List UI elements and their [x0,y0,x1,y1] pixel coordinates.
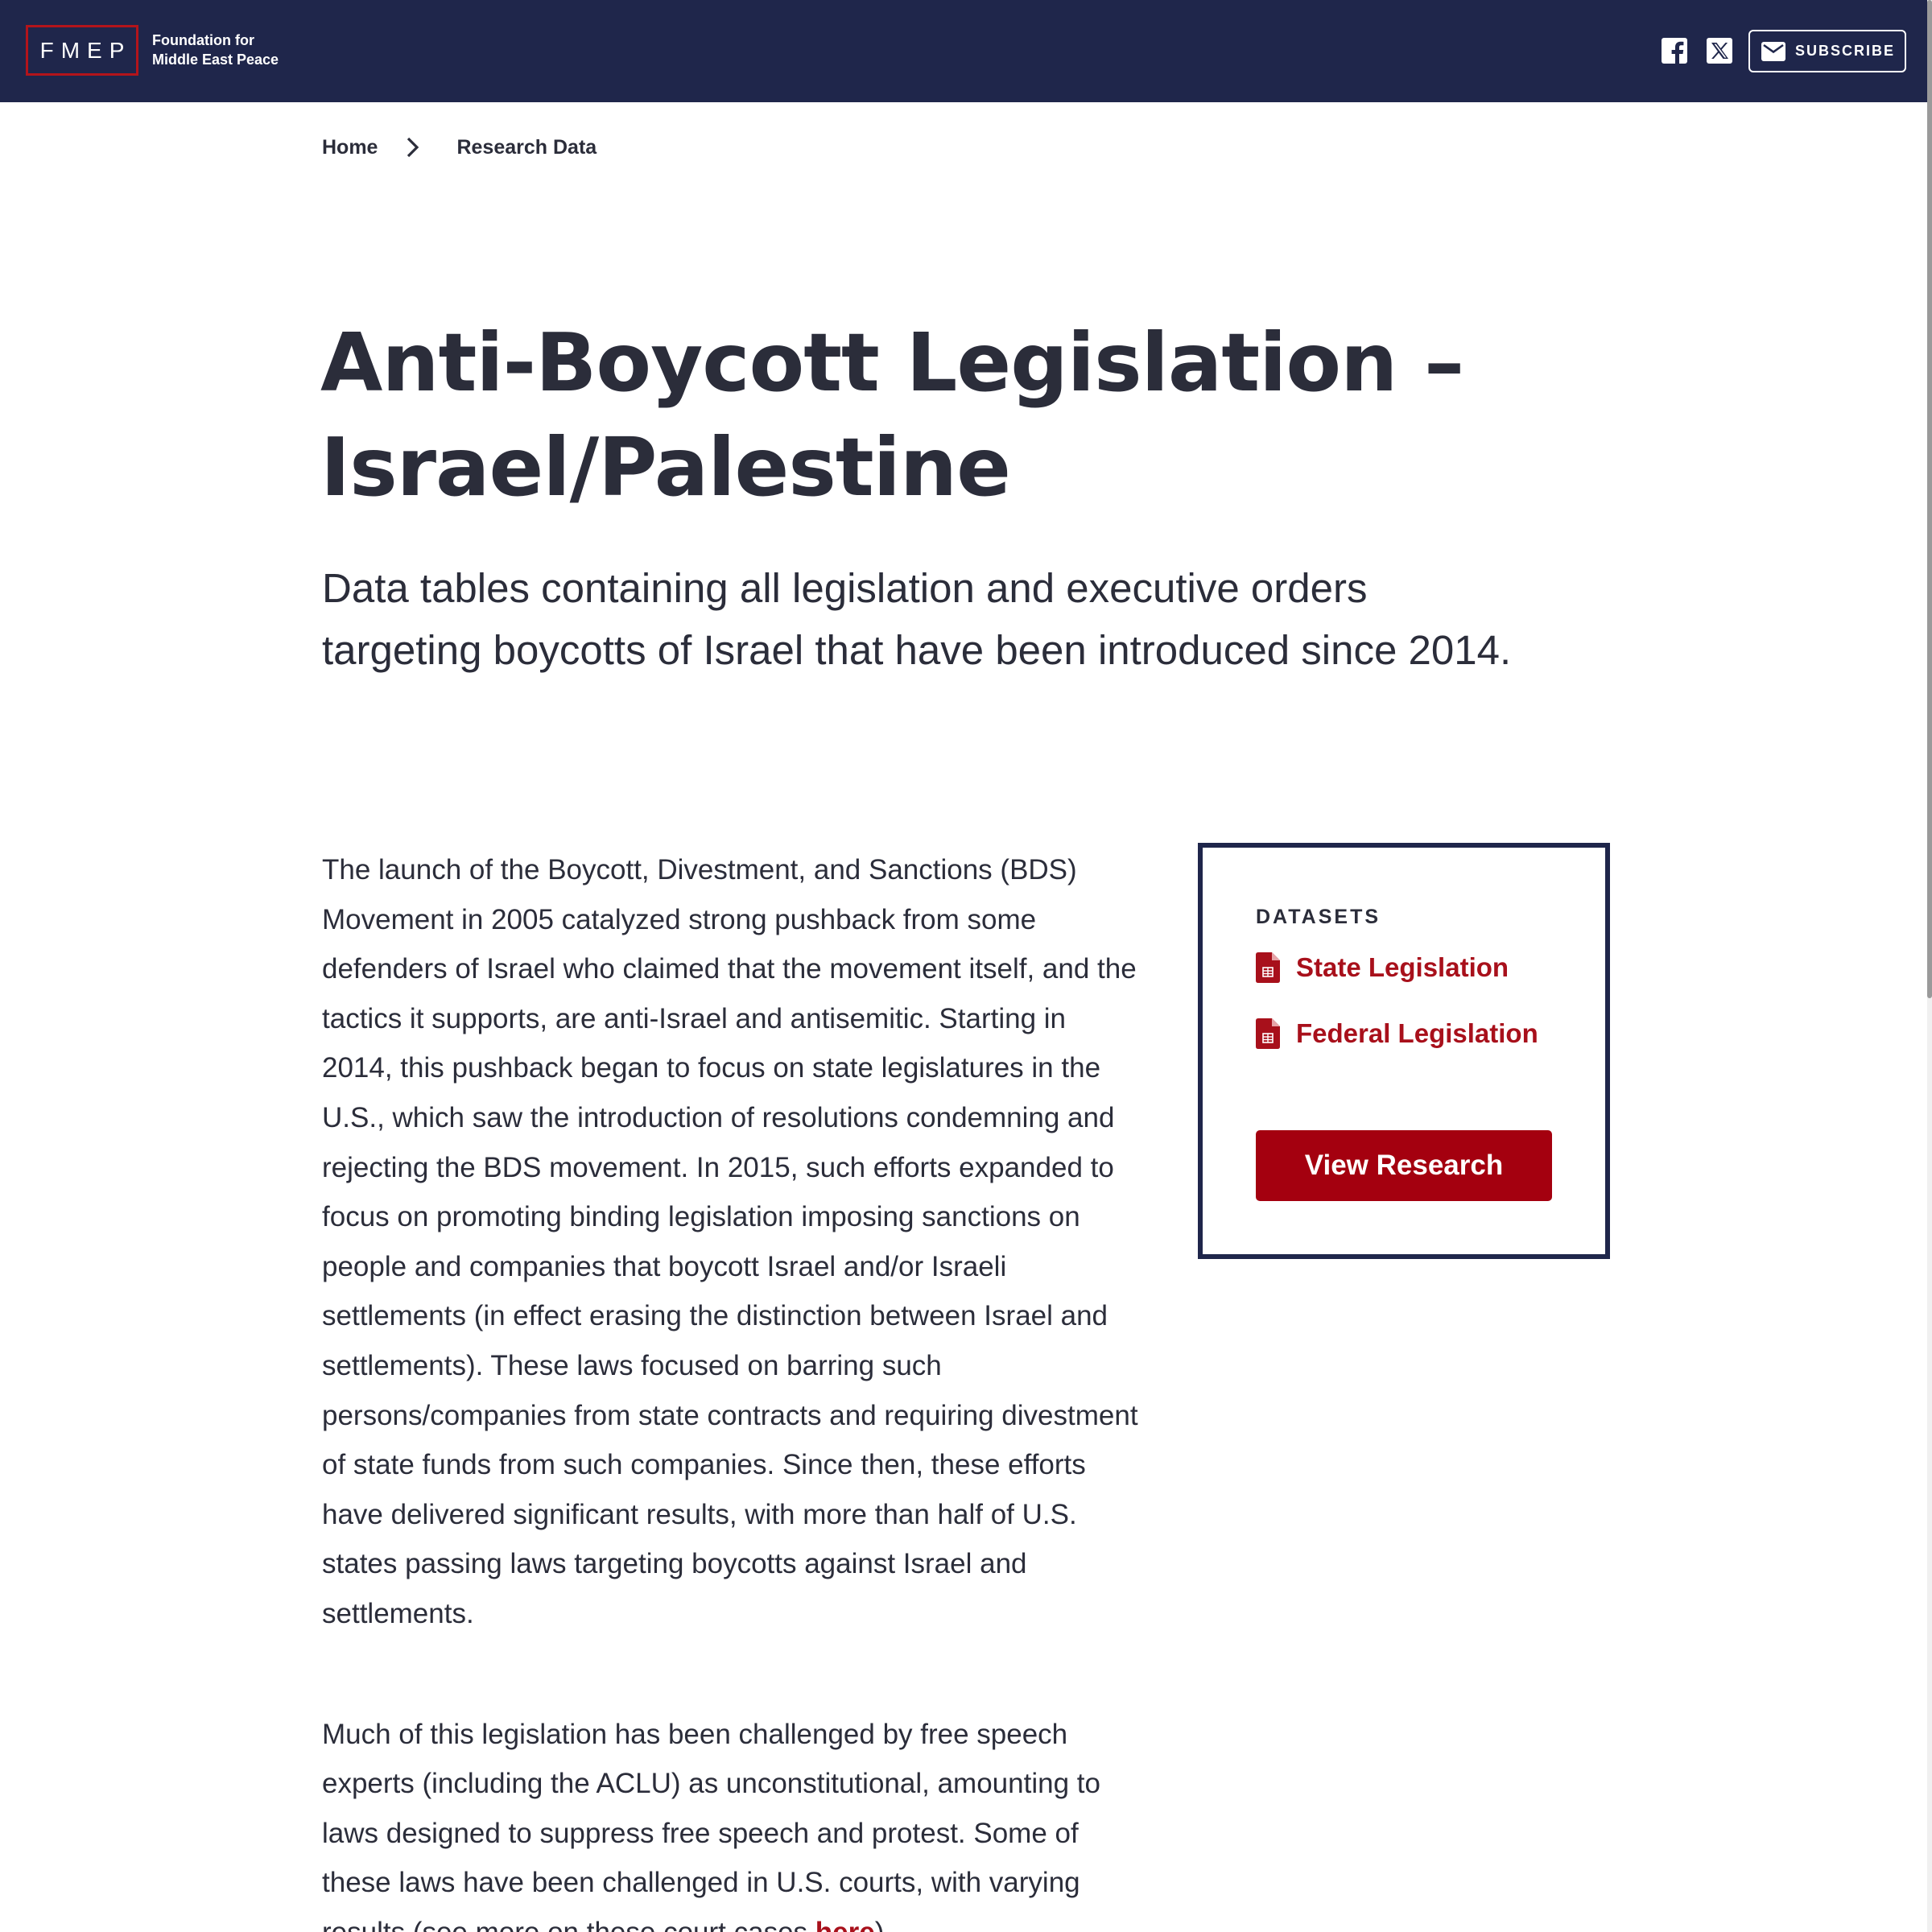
x-icon[interactable] [1706,37,1733,64]
page-scrollbar[interactable] [1927,0,1932,1932]
paragraph-2-end: ). [875,1917,892,1932]
subscribe-button[interactable]: SUBSCRIBE [1748,30,1906,72]
view-research-button[interactable]: View Research [1256,1130,1552,1201]
site-header: FMEP Foundation for Middle East Peace SU… [0,0,1927,102]
chevron-right-icon [407,137,419,158]
article-body: The launch of the Boycott, Divestment, a… [322,845,1143,1932]
org-name-line2: Middle East Peace [152,52,279,68]
breadcrumb-home[interactable]: Home [322,136,378,159]
page-title-line1: Anti-Boycott Legislation – [320,316,1464,410]
subscribe-label: SUBSCRIBE [1795,43,1896,59]
paragraph-1: The launch of the Boycott, Divestment, a… [322,854,1138,1629]
logo-mark: FMEP [39,37,132,63]
dataset-link-label: State Legislation [1296,952,1509,982]
page-lede: Data tables containing all legislation a… [322,565,1512,673]
org-name[interactable]: Foundation for Middle East Peace [152,31,313,69]
mail-icon [1761,41,1785,61]
court-cases-link[interactable]: here [815,1917,875,1932]
datasets-label: DATASETS [1256,906,1381,928]
facebook-icon[interactable] [1661,37,1688,64]
dataset-link-state[interactable]: State Legislation [1256,952,1509,983]
dataset-link-federal[interactable]: Federal Legislation [1256,1018,1538,1049]
spreadsheet-file-icon [1256,952,1280,983]
page-title-line2: Israel/Palestine [320,420,1011,514]
spreadsheet-file-icon [1256,1018,1280,1049]
scrollbar-thumb[interactable] [1927,0,1932,998]
breadcrumb-current[interactable]: Research Data [456,136,597,159]
paragraph-2-text: Much of this legislation has been challe… [322,1718,1100,1932]
page-title: Anti-Boycott Legislation – Israel/Palest… [320,311,1528,520]
org-name-line1: Foundation for [152,32,254,48]
paragraph-2: Much of this legislation has been challe… [322,1710,1143,1932]
dataset-link-label: Federal Legislation [1296,1018,1538,1048]
breadcrumb: Home Research Data [322,135,597,159]
datasets-card: DATASETS State Legislation Federal Legis… [1198,843,1610,1259]
fmep-logo[interactable]: FMEP [26,25,138,76]
